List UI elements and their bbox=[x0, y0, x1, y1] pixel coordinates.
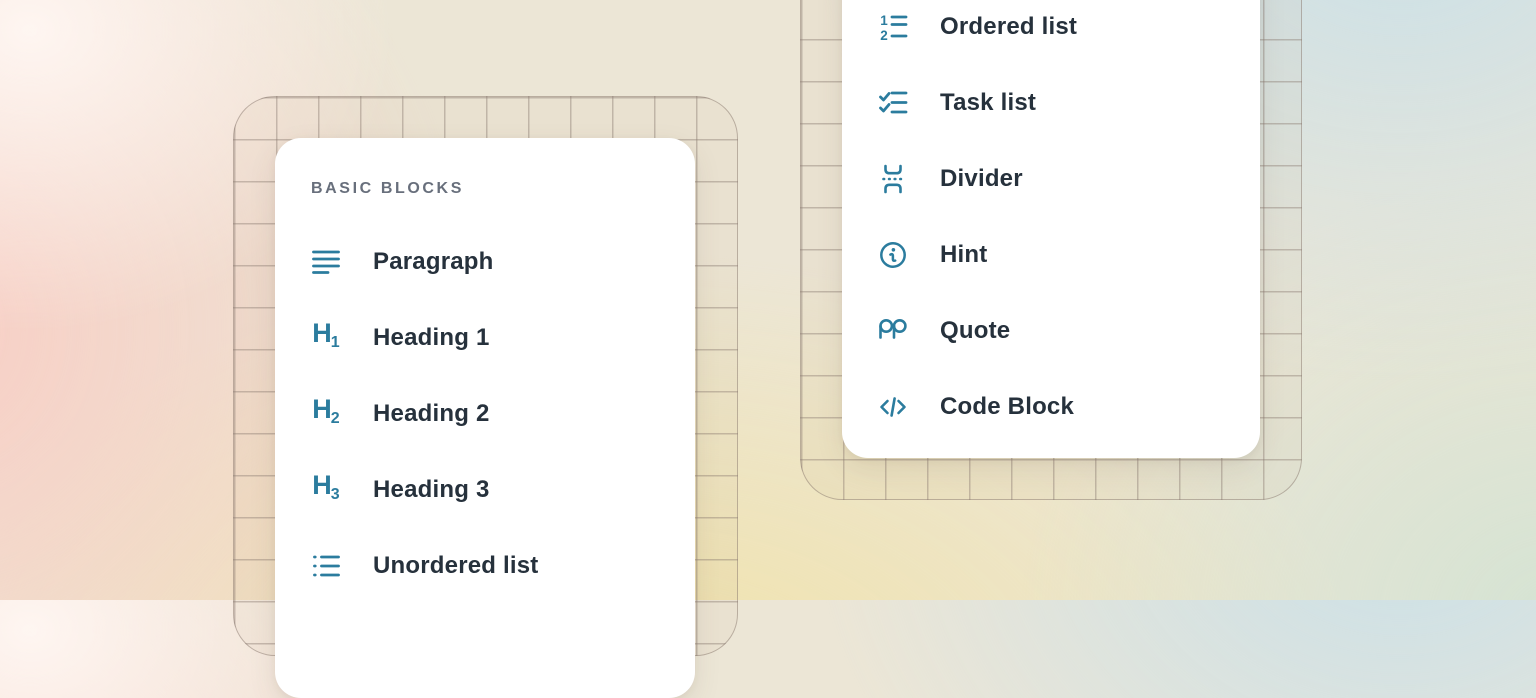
heading-2-icon: H2 bbox=[311, 399, 341, 429]
menu-item-ordered-list[interactable]: 1 2 Ordered list bbox=[878, 0, 1226, 65]
menu-item-label: Heading 2 bbox=[373, 400, 490, 428]
menu-item-label: Paragraph bbox=[373, 248, 494, 276]
menu-item-label: Code Block bbox=[940, 393, 1074, 421]
menu-item-heading-1[interactable]: H1 Heading 1 bbox=[311, 300, 661, 376]
menu-item-task-list[interactable]: Task list bbox=[878, 65, 1226, 141]
menu-item-divider[interactable]: Divider bbox=[878, 141, 1226, 217]
task-list-icon bbox=[878, 88, 908, 118]
heading-1-icon: H1 bbox=[311, 323, 341, 353]
menu-item-hint[interactable]: Hint bbox=[878, 217, 1226, 293]
menu-item-label: Quote bbox=[940, 317, 1010, 345]
menu-item-label: Ordered list bbox=[940, 13, 1077, 41]
menu-item-label: Task list bbox=[940, 89, 1036, 117]
ordered-list-icon: 1 2 bbox=[878, 12, 908, 42]
menu-item-label: Heading 3 bbox=[373, 476, 490, 504]
heading-3-icon: H3 bbox=[311, 475, 341, 505]
menu-item-label: Divider bbox=[940, 165, 1023, 193]
menu-item-label: Unordered list bbox=[373, 552, 539, 580]
quote-icon bbox=[878, 316, 908, 346]
menu-item-unordered-list[interactable]: Unordered list bbox=[311, 528, 661, 604]
menu-item-heading-3[interactable]: H3 Heading 3 bbox=[311, 452, 661, 528]
menu-item-paragraph[interactable]: Paragraph bbox=[311, 224, 661, 300]
code-block-icon bbox=[878, 392, 908, 422]
block-menu-more-blocks: 1 2 Ordered list Task list Divider bbox=[842, 0, 1260, 458]
menu-item-heading-2[interactable]: H2 Heading 2 bbox=[311, 376, 661, 452]
paragraph-icon bbox=[311, 247, 341, 277]
menu-item-code-block[interactable]: Code Block bbox=[878, 369, 1226, 445]
menu-item-label: Hint bbox=[940, 241, 987, 269]
unordered-list-icon bbox=[311, 551, 341, 581]
block-menu-basic-blocks: BASIC BLOCKS Paragraph H1 Heading 1 H2 H… bbox=[275, 138, 695, 698]
hint-icon bbox=[878, 240, 908, 270]
svg-text:1: 1 bbox=[880, 13, 888, 28]
menu-item-label: Heading 1 bbox=[373, 324, 490, 352]
divider-icon bbox=[878, 164, 908, 194]
section-label-basic-blocks: BASIC BLOCKS bbox=[311, 180, 661, 198]
svg-text:2: 2 bbox=[880, 28, 888, 42]
menu-item-quote[interactable]: Quote bbox=[878, 293, 1226, 369]
